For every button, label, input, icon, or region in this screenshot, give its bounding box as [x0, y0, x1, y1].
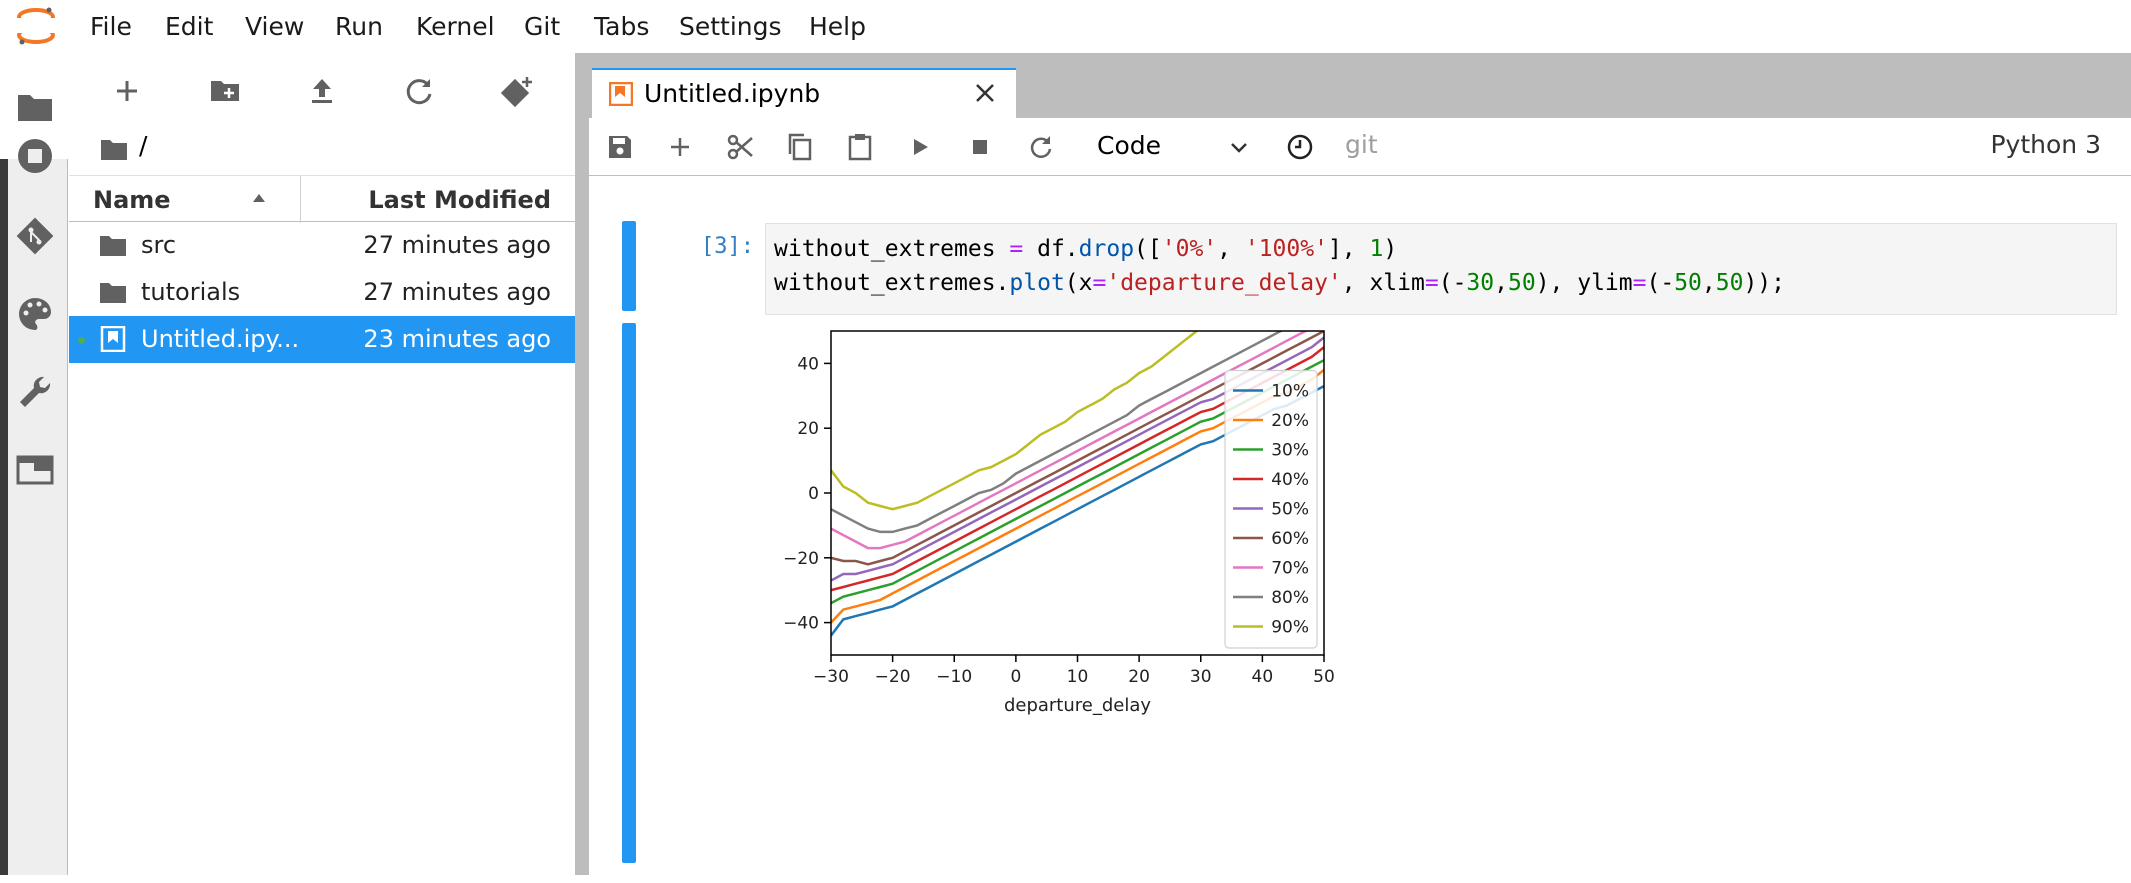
close-icon[interactable]	[972, 80, 998, 106]
file-modified: 27 minutes ago	[363, 231, 551, 259]
notebook-icon	[609, 82, 633, 106]
stop-icon[interactable]	[965, 132, 995, 162]
x-tick-label: 40	[1252, 667, 1274, 687]
running-icon[interactable]	[14, 135, 56, 177]
tabs-icon[interactable]	[14, 449, 56, 491]
new-folder-button[interactable]	[205, 71, 245, 111]
sort-ascending-icon	[253, 194, 265, 202]
tab-untitled-notebook[interactable]: Untitled.ipynb	[592, 68, 1016, 118]
code-text[interactable]: without_extremes = df.drop(['0%', '100%'…	[774, 232, 1785, 300]
panel-splitter[interactable]	[575, 53, 589, 875]
x-axis-label: departure_delay	[1004, 695, 1151, 716]
git-diff-button[interactable]: git	[1345, 130, 1378, 159]
file-name: src	[141, 231, 177, 259]
paste-icon[interactable]	[845, 132, 875, 162]
x-tick-label: −30	[813, 667, 849, 687]
y-tick-label: 40	[797, 354, 819, 374]
tab-label: Untitled.ipynb	[644, 79, 821, 108]
code-editor[interactable]: without_extremes = df.drop(['0%', '100%'…	[765, 223, 2117, 315]
git-clone-button[interactable]	[497, 71, 537, 111]
y-tick-label: −20	[783, 549, 819, 569]
notebook-toolbar: Code git Python 3	[589, 118, 2131, 176]
column-modified-header[interactable]: Last Modified	[368, 186, 551, 214]
cell-type-dropdown[interactable]: Code	[1097, 131, 1161, 160]
legend-label: 20%	[1271, 411, 1309, 431]
cell-collapser[interactable]	[622, 221, 636, 311]
menu-file[interactable]: File	[90, 12, 132, 41]
file-modified: 27 minutes ago	[363, 278, 551, 306]
column-name-header[interactable]: Name	[93, 186, 171, 214]
output-collapser[interactable]	[622, 323, 636, 863]
x-tick-label: 30	[1190, 667, 1212, 687]
column-separator	[300, 176, 301, 223]
cut-icon[interactable]	[725, 132, 755, 162]
input-prompt: [3]:	[701, 234, 754, 259]
menu-bar: File Edit View Run Kernel Git Tabs Setti…	[0, 0, 2131, 53]
y-tick-label: −40	[783, 614, 819, 634]
menu-view[interactable]: View	[245, 12, 304, 41]
legend: 10% 20% 30% 40% 50% 60% 70% 80% 90%	[1224, 369, 1318, 649]
menu-tabs[interactable]: Tabs	[594, 12, 649, 41]
chevron-down-icon[interactable]	[1227, 136, 1251, 160]
file-list-item[interactable]: src 27 minutes ago	[69, 222, 575, 269]
upload-button[interactable]	[302, 71, 342, 111]
clock-icon[interactable]	[1285, 132, 1315, 162]
breadcrumb-root[interactable]: /	[139, 131, 147, 160]
x-tick-label: 50	[1313, 667, 1335, 687]
x-tick-label: −10	[936, 667, 972, 687]
legend-label: 80%	[1271, 588, 1309, 608]
legend-label: 30%	[1271, 441, 1309, 461]
menu-kernel[interactable]: Kernel	[416, 12, 495, 41]
window-edge-top	[0, 53, 8, 159]
window-edge	[0, 53, 8, 875]
folder-icon	[100, 236, 126, 256]
file-list-header: Name Last Modified	[69, 175, 575, 223]
legend-label: 70%	[1271, 559, 1309, 579]
file-list-item[interactable]: tutorials 27 minutes ago	[69, 269, 575, 316]
y-tick-label: 0	[808, 484, 819, 504]
new-launcher-button[interactable]	[107, 71, 147, 111]
folder-icon[interactable]	[14, 85, 56, 127]
save-icon[interactable]	[605, 132, 635, 162]
refresh-button[interactable]	[399, 71, 439, 111]
running-indicator	[78, 337, 85, 344]
menu-edit[interactable]: Edit	[165, 12, 213, 41]
file-name: tutorials	[141, 278, 241, 306]
file-browser: / Name Last Modified src 27 minutes ago …	[69, 53, 575, 875]
notebook-icon	[100, 326, 126, 352]
x-tick-label: 20	[1128, 667, 1150, 687]
git-icon[interactable]	[14, 215, 56, 257]
add-cell-icon[interactable]	[665, 132, 695, 162]
restart-icon[interactable]	[1025, 132, 1055, 162]
menu-help[interactable]: Help	[809, 12, 866, 41]
menu-settings[interactable]: Settings	[679, 12, 782, 41]
x-tick-label: 0	[1010, 667, 1021, 687]
notebook-area: Untitled.ipynb Code git Python 3 [3]: wi…	[589, 53, 2131, 875]
kernel-name[interactable]: Python 3	[1990, 130, 2101, 159]
run-icon[interactable]	[905, 132, 935, 162]
wrench-icon[interactable]	[14, 371, 56, 413]
x-tick-label: 10	[1067, 667, 1089, 687]
file-name: Untitled.ipy...	[141, 325, 300, 353]
legend-label: 50%	[1271, 500, 1309, 520]
legend-label: 10%	[1271, 382, 1309, 402]
copy-icon[interactable]	[785, 132, 815, 162]
left-sidebar	[0, 53, 68, 875]
folder-icon[interactable]	[99, 135, 129, 163]
x-tick-label: −20	[875, 667, 911, 687]
legend-label: 60%	[1271, 529, 1309, 549]
palette-icon[interactable]	[14, 293, 56, 335]
jupyter-logo-icon	[14, 7, 58, 45]
legend-label: 90%	[1271, 618, 1309, 638]
tab-bar: Untitled.ipynb	[589, 53, 2131, 118]
menu-run[interactable]: Run	[335, 12, 383, 41]
file-modified: 23 minutes ago	[363, 325, 551, 353]
legend-label: 40%	[1271, 470, 1309, 490]
folder-icon	[100, 283, 126, 303]
menu-git[interactable]: Git	[524, 12, 560, 41]
file-list-item[interactable]: Untitled.ipy... 23 minutes ago	[69, 316, 575, 363]
line-chart: −30 −20 −10 0 10 20 30 40 50 −40 −20 0 20 40 departure…	[783, 330, 1335, 716]
y-tick-label: 20	[797, 419, 819, 439]
